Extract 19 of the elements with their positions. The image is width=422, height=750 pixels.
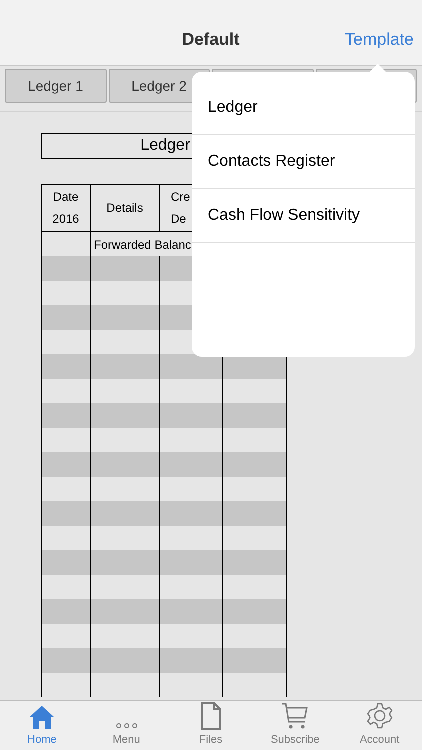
tab-bar-item[interactable]: Home xyxy=(0,701,84,750)
sheet-tab[interactable]: Ledger 1 xyxy=(5,69,106,103)
home-icon xyxy=(29,704,56,730)
tab-bar-item[interactable]: Account xyxy=(338,701,422,750)
tab-bar-item[interactable]: Menu xyxy=(84,701,169,750)
column-header: Date 2016 xyxy=(42,185,91,231)
cart-icon xyxy=(281,702,310,730)
table-cell-text: Forwarded Balanc xyxy=(93,237,192,254)
file-icon xyxy=(200,702,222,730)
tab-bar-item[interactable]: Subscribe xyxy=(253,701,338,750)
template-option[interactable]: Ledger xyxy=(192,81,415,135)
tab-bar-item[interactable]: Files xyxy=(168,701,254,750)
template-option[interactable]: Cash Flow Sensitivity xyxy=(192,189,415,243)
settings-icon xyxy=(366,702,394,730)
template-link[interactable]: Template xyxy=(345,26,414,52)
nav-title: Default xyxy=(182,28,240,50)
more-icon xyxy=(114,722,139,730)
column-header: Details xyxy=(91,185,160,231)
template-option[interactable]: Contacts Register xyxy=(192,135,415,189)
